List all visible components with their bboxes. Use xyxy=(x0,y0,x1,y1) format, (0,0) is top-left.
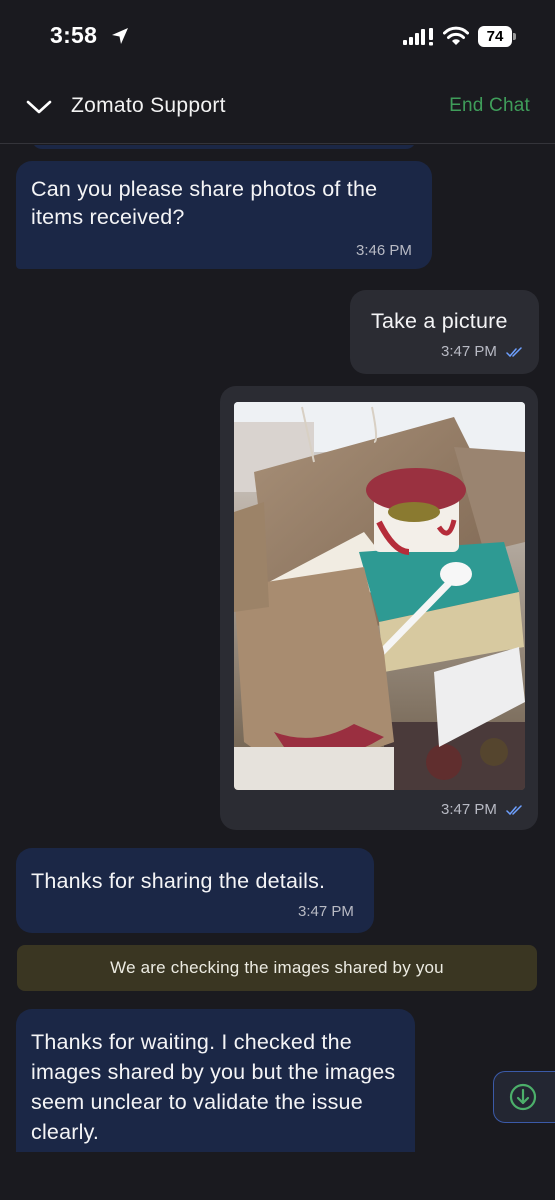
system-status-banner: We are checking the images shared by you xyxy=(17,945,537,991)
double-check-icon xyxy=(506,346,522,357)
status-bar: 3:58 74 xyxy=(0,0,555,72)
message-time: 3:46 PM xyxy=(356,242,412,259)
message-text: Thanks for sharing the details. xyxy=(31,869,326,893)
bottom-area xyxy=(0,1152,555,1200)
message-time-row: 3:47 PM xyxy=(441,343,523,360)
message-text: Can you please share photos of the items… xyxy=(31,177,378,229)
wifi-icon xyxy=(443,26,469,45)
arrow-down-circle-icon xyxy=(509,1083,537,1111)
end-chat-button[interactable]: End Chat xyxy=(449,95,530,117)
previous-message-edge xyxy=(32,145,416,149)
chat-header: Zomato Support End Chat xyxy=(0,72,555,144)
shared-photo[interactable] xyxy=(234,402,525,790)
battery-icon: 74 xyxy=(478,26,516,47)
message-time: 3:47 PM xyxy=(441,801,497,818)
message-time-row: 3:47 PM xyxy=(441,801,523,818)
message-time: 3:47 PM xyxy=(298,903,354,920)
double-check-icon xyxy=(506,804,522,815)
scroll-to-bottom-button[interactable] xyxy=(493,1071,555,1123)
status-time: 3:58 xyxy=(50,22,98,48)
chat-title: Zomato Support xyxy=(71,94,226,117)
message-text: Take a picture xyxy=(371,309,508,333)
message-time: 3:47 PM xyxy=(441,343,497,360)
battery-level: 74 xyxy=(478,26,512,47)
location-arrow-icon xyxy=(112,28,128,44)
signal-icon xyxy=(403,28,433,46)
chevron-down-icon[interactable] xyxy=(26,96,52,118)
chat-thread[interactable]: Can you please share photos of the items… xyxy=(0,145,555,1152)
message-text: Thanks for waiting. I checked the images… xyxy=(31,1030,396,1144)
